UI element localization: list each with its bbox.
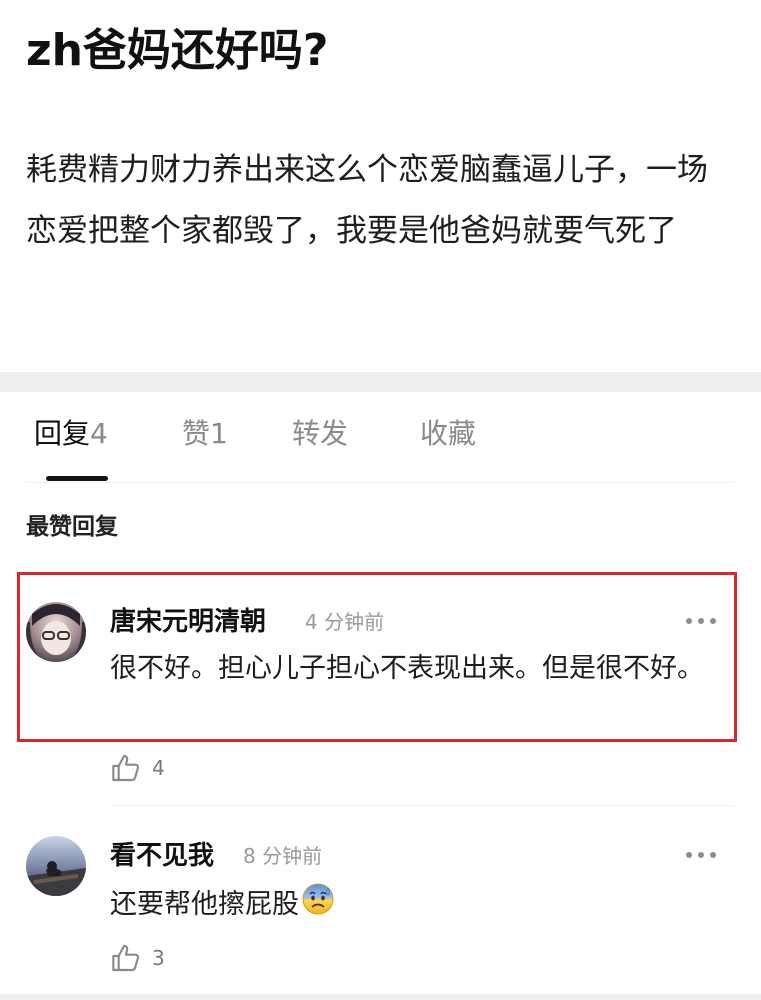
comment-divider <box>110 805 734 806</box>
like-button[interactable]: 3 <box>110 940 165 976</box>
bottom-separator <box>0 994 761 1000</box>
tab-bar: 回复4 赞1 转发 收藏 <box>0 392 761 484</box>
post-title: zh爸妈还好吗? <box>26 25 329 76</box>
avatar[interactable] <box>26 836 86 896</box>
anxious-sweat-face-icon <box>301 882 335 929</box>
tab-replies-label: 回复 <box>34 417 91 450</box>
tab-likes-label: 赞 <box>182 417 211 450</box>
like-count: 3 <box>152 946 165 970</box>
section-gap <box>0 372 761 392</box>
like-button[interactable]: 4 <box>110 750 165 786</box>
comment-text-content: 还要帮他擦屁股 <box>110 889 299 920</box>
active-tab-indicator <box>46 476 108 481</box>
section-label-top-replies: 最赞回复 <box>26 514 118 540</box>
tab-replies[interactable]: 回复4 <box>34 412 108 456</box>
tab-likes-count: 1 <box>210 417 228 450</box>
tab-likes[interactable]: 赞1 <box>182 412 228 456</box>
comment-time: 8 分钟前 <box>243 844 323 868</box>
tab-replies-count: 4 <box>90 417 108 450</box>
thumbs-up-icon <box>112 754 140 782</box>
tab-repost[interactable]: 转发 <box>292 412 348 456</box>
avatar-image <box>26 836 86 896</box>
thumbs-up-icon <box>112 944 140 972</box>
highlight-box <box>17 572 737 742</box>
post-body: 耗费精力财力养出来这么个恋爱脑蠢逼儿子，一场恋爱把整个家都毁了，我要是他爸妈就要… <box>26 152 708 249</box>
tab-favorite[interactable]: 收藏 <box>420 412 476 456</box>
like-count: 4 <box>152 756 165 780</box>
comment-username[interactable]: 看不见我 <box>110 838 214 874</box>
comment-text: 还要帮他擦屁股 <box>110 882 720 929</box>
more-options-icon[interactable] <box>684 845 718 865</box>
tab-repost-label: 转发 <box>292 417 349 450</box>
tab-favorite-label: 收藏 <box>420 417 477 450</box>
tab-divider <box>26 482 734 483</box>
